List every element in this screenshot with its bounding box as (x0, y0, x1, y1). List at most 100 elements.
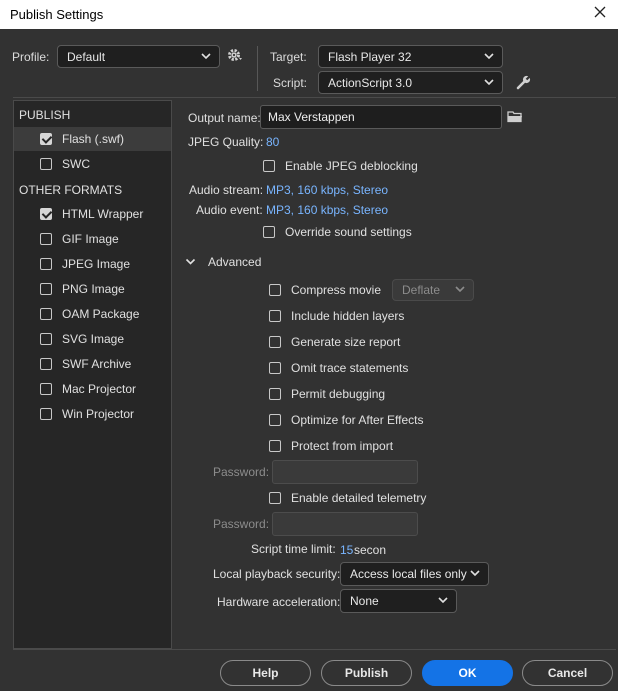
swf-archive-checkbox[interactable] (40, 358, 52, 370)
sidebar-item-jpeg-image[interactable]: JPEG Image (14, 252, 171, 276)
publish-heading: PUBLISH (19, 108, 71, 122)
sidebar-item-label: SVG Image (62, 332, 125, 346)
help-button[interactable]: Help (220, 660, 311, 686)
sidebar-item-png-image[interactable]: PNG Image (14, 277, 171, 301)
chevron-down-icon (484, 78, 494, 85)
sidebar-item-label: GIF Image (62, 232, 119, 246)
audio-event-label: Audio event: (196, 203, 263, 217)
cancel-button[interactable]: Cancel (522, 660, 613, 686)
sidebar-item-label: Mac Projector (62, 382, 137, 396)
png-image-checkbox[interactable] (40, 283, 52, 295)
header-bottom-line (13, 97, 616, 98)
footer-divider (13, 649, 616, 650)
audio-stream-value[interactable]: MP3, 160 kbps, Stereo (266, 183, 388, 197)
format-sidebar: PUBLISH Flash (.swf) SWC OTHER FORMATS H… (13, 100, 172, 649)
advanced-label: Advanced (208, 255, 262, 269)
detailed-telemetry-checkbox[interactable] (269, 492, 281, 504)
compress-method-dropdown: Deflate (392, 279, 474, 301)
permit-debugging-checkbox[interactable] (269, 388, 281, 400)
sidebar-item-flash-swf[interactable]: Flash (.swf) (14, 127, 171, 151)
permit-debugging-label: Permit debugging (291, 387, 386, 401)
audio-event-value[interactable]: MP3, 160 kbps, Stereo (266, 203, 388, 217)
override-sound-checkbox[interactable] (263, 226, 275, 238)
detailed-telemetry-label: Enable detailed telemetry (291, 491, 427, 505)
local-playback-dropdown[interactable]: Access local files only (340, 562, 489, 586)
oam-package-checkbox[interactable] (40, 308, 52, 320)
jpeg-quality-value[interactable]: 80 (266, 135, 279, 149)
sidebar-item-label: SWF Archive (62, 357, 132, 371)
generate-size-report-label: Generate size report (291, 335, 401, 349)
other-formats-heading: OTHER FORMATS (19, 183, 123, 197)
hardware-acceleration-label: Hardware acceleration: (217, 595, 341, 609)
target-dropdown[interactable]: Flash Player 32 (318, 45, 503, 68)
close-icon[interactable] (592, 4, 608, 20)
local-playback-value: Access local files only (350, 567, 467, 581)
script-time-limit-value[interactable]: 15 (340, 543, 353, 557)
ok-button[interactable]: OK (422, 660, 513, 686)
script-value: ActionScript 3.0 (328, 75, 413, 90)
sidebar-item-label: JPEG Image (62, 257, 131, 271)
advanced-toggle[interactable]: Advanced (185, 253, 261, 271)
telemetry-password-field (272, 512, 418, 536)
sidebar-item-swf-archive[interactable]: SWF Archive (14, 352, 171, 376)
target-value: Flash Player 32 (328, 49, 412, 64)
sidebar-item-html-wrapper[interactable]: HTML Wrapper (14, 202, 171, 226)
import-password-field (272, 460, 418, 484)
sidebar-item-label: Win Projector (62, 407, 135, 421)
mac-projector-checkbox[interactable] (40, 383, 52, 395)
script-time-limit-unit: secon (354, 543, 387, 557)
sidebar-item-label: PNG Image (62, 282, 125, 296)
jpeg-quality-label: JPEG Quality: (188, 135, 264, 149)
include-hidden-layers-checkbox[interactable] (269, 310, 281, 322)
protect-from-import-label: Protect from import (291, 439, 394, 453)
script-label: Script: (273, 76, 308, 90)
folder-icon[interactable] (507, 110, 523, 123)
html-wrapper-checkbox[interactable] (40, 208, 52, 220)
jpeg-deblocking-label: Enable JPEG deblocking (285, 159, 418, 173)
chevron-down-icon (201, 52, 211, 59)
local-playback-label: Local playback security: (213, 567, 341, 581)
chevron-down-icon (438, 597, 448, 604)
omit-trace-checkbox[interactable] (269, 362, 281, 374)
svg-image-checkbox[interactable] (40, 333, 52, 345)
sidebar-item-swc[interactable]: SWC (14, 152, 171, 176)
sidebar-item-oam-package[interactable]: OAM Package (14, 302, 171, 326)
target-label: Target: (270, 50, 307, 64)
override-sound-label: Override sound settings (285, 225, 412, 239)
wrench-icon[interactable] (516, 74, 532, 90)
hardware-acceleration-value: None (350, 594, 379, 608)
compress-movie-label: Compress movie (291, 283, 382, 297)
compress-movie-checkbox[interactable] (269, 284, 281, 296)
script-dropdown[interactable]: ActionScript 3.0 (318, 71, 503, 94)
gear-icon[interactable] (227, 48, 245, 64)
chevron-down-icon (484, 52, 494, 59)
include-hidden-layers-label: Include hidden layers (291, 309, 405, 323)
chevron-down-icon (185, 258, 196, 265)
sidebar-item-mac-projector[interactable]: Mac Projector (14, 377, 171, 401)
jpeg-deblocking-checkbox[interactable] (263, 160, 275, 172)
sidebar-item-svg-image[interactable]: SVG Image (14, 327, 171, 351)
hardware-acceleration-dropdown[interactable]: None (340, 589, 457, 613)
jpeg-image-checkbox[interactable] (40, 258, 52, 270)
password-label-telemetry: Password: (213, 517, 270, 531)
sidebar-item-label: SWC (62, 157, 90, 171)
sidebar-item-label: OAM Package (62, 307, 140, 321)
flash-swf-checkbox[interactable] (40, 133, 52, 145)
publish-button[interactable]: Publish (321, 660, 412, 686)
window-title: Publish Settings (10, 7, 104, 22)
sidebar-item-win-projector[interactable]: Win Projector (14, 402, 171, 426)
profile-dropdown[interactable]: Default (57, 45, 220, 68)
protect-from-import-checkbox[interactable] (269, 440, 281, 452)
audio-stream-label: Audio stream: (189, 183, 264, 197)
gif-image-checkbox[interactable] (40, 233, 52, 245)
swc-checkbox[interactable] (40, 158, 52, 170)
output-name-field[interactable]: Max Verstappen (260, 105, 502, 129)
sidebar-item-label: HTML Wrapper (62, 207, 144, 221)
profile-value: Default (67, 49, 106, 64)
sidebar-item-gif-image[interactable]: GIF Image (14, 227, 171, 251)
optimize-after-effects-checkbox[interactable] (269, 414, 281, 426)
generate-size-report-checkbox[interactable] (269, 336, 281, 348)
win-projector-checkbox[interactable] (40, 408, 52, 420)
header-divider (257, 46, 258, 91)
output-name-label: Output name: (188, 111, 261, 125)
